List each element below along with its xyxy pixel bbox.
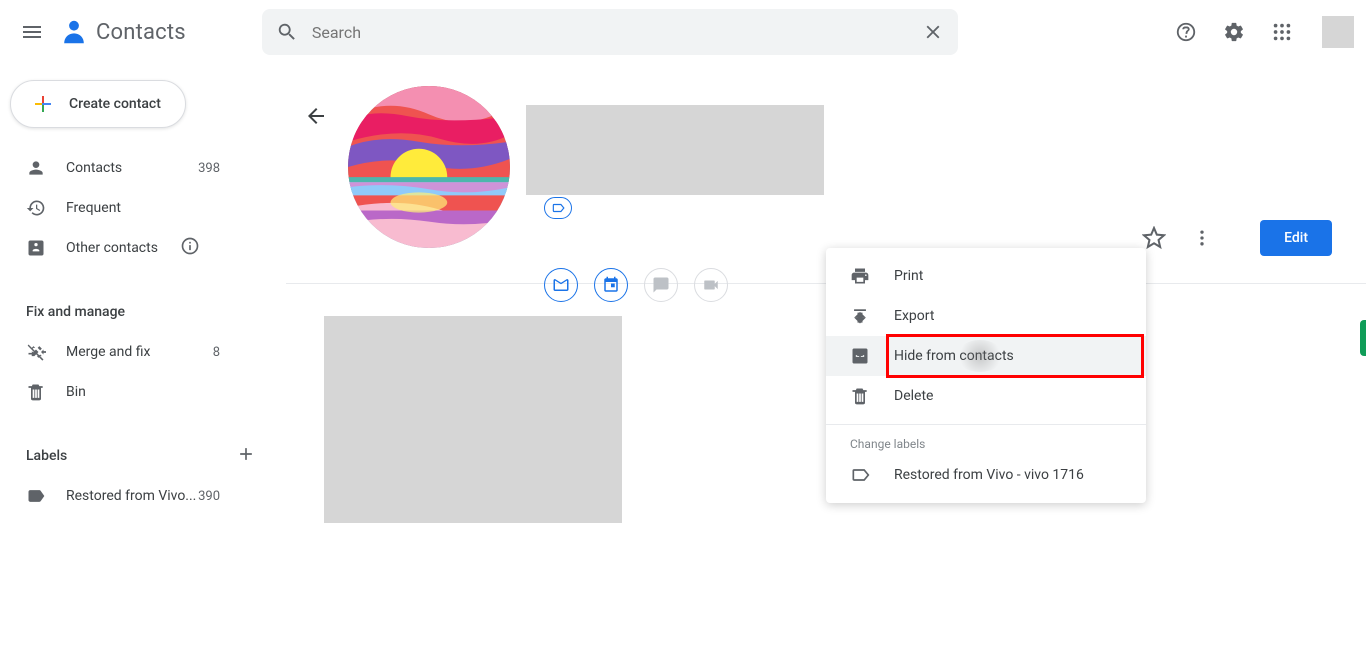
create-contact-label: Create contact (69, 96, 161, 112)
contact-name-redacted (526, 105, 824, 195)
menu-hide-from-contacts[interactable]: Hide from contacts (826, 336, 1146, 376)
sidebar-item-other-contacts[interactable]: Other contacts (0, 228, 244, 268)
sidebar-item-frequent[interactable]: Frequent (0, 188, 244, 228)
sidebar-item-count: 8 (213, 345, 220, 360)
help-button[interactable] (1166, 12, 1206, 52)
sidebar-item-count: 390 (198, 489, 220, 504)
sidebar-item-label: Merge and fix (66, 344, 150, 360)
edit-button[interactable]: Edit (1260, 220, 1332, 256)
menu-label: Export (894, 308, 934, 324)
calendar-action-button[interactable] (594, 268, 628, 302)
info-icon[interactable] (180, 236, 220, 260)
menu-print[interactable]: Print (826, 256, 1146, 296)
more-actions-menu: Print Export Hide from contacts Delete C… (826, 248, 1146, 503)
add-label-button[interactable] (236, 444, 256, 468)
menu-label: Delete (894, 388, 933, 404)
sidebar-item-bin[interactable]: Bin (0, 372, 244, 412)
search-input[interactable] (312, 23, 922, 42)
menu-subheader: Change labels (826, 425, 1146, 455)
chat-action-button[interactable] (644, 268, 678, 302)
google-apps-button[interactable] (1262, 12, 1302, 52)
create-contact-button[interactable]: Create contact (10, 80, 186, 128)
sidebar-item-contacts[interactable]: Contacts 398 (0, 148, 244, 188)
sidebar-item-label: Bin (66, 384, 86, 400)
ripple-effect (956, 340, 1004, 372)
contact-label-chip[interactable] (544, 197, 572, 219)
settings-button[interactable] (1214, 12, 1254, 52)
sidebar-item-label: Contacts (66, 160, 122, 176)
sidebar-label-item[interactable]: Restored from Vivo... 390 (0, 476, 244, 516)
menu-label: Print (894, 268, 923, 284)
sidebar-section-labels: Labels (0, 436, 280, 476)
back-button[interactable] (296, 96, 336, 136)
close-icon[interactable] (922, 21, 944, 43)
sidebar-item-label: Other contacts (66, 240, 158, 256)
sidebar-item-count: 398 (198, 161, 220, 176)
main-menu-button[interactable] (8, 8, 56, 56)
sidebar-item-label: Restored from Vivo... (66, 488, 196, 504)
more-actions-button[interactable] (1182, 218, 1222, 258)
search-bar[interactable] (262, 9, 958, 55)
side-panel-tab[interactable] (1360, 320, 1366, 356)
email-action-button[interactable] (544, 268, 578, 302)
search-icon (276, 21, 298, 43)
menu-label: Restored from Vivo - vivo 1716 (894, 467, 1084, 483)
menu-export[interactable]: Export (826, 296, 1146, 336)
sidebar-item-merge-fix[interactable]: Merge and fix 8 (0, 332, 244, 372)
menu-delete[interactable]: Delete (826, 376, 1146, 416)
sidebar-section-fix-manage: Fix and manage (0, 292, 280, 332)
contact-details-redacted (324, 316, 622, 523)
app-logo: Contacts (60, 18, 186, 46)
contact-avatar (348, 86, 510, 248)
menu-label-item[interactable]: Restored from Vivo - vivo 1716 (826, 455, 1146, 495)
app-title: Contacts (96, 20, 186, 45)
video-action-button[interactable] (694, 268, 728, 302)
account-avatar[interactable] (1322, 16, 1354, 48)
sidebar-item-label: Frequent (66, 200, 121, 216)
